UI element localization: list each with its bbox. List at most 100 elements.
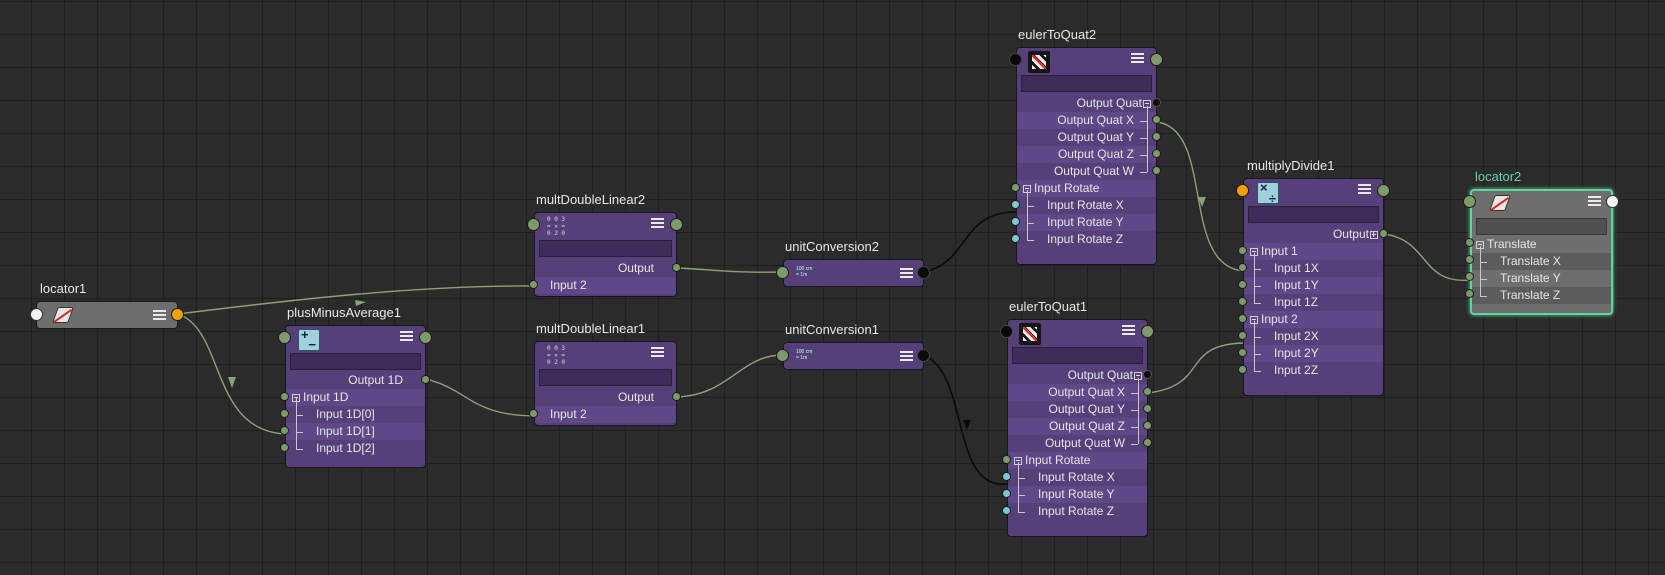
node-plusMinusAverage1[interactable]: plusMinusAverage1 Output 1D Input 1D Inp… (278, 305, 432, 468)
input-port[interactable] (1011, 200, 1020, 209)
input-port[interactable] (1002, 455, 1011, 464)
output-port[interactable] (917, 266, 930, 279)
output-port[interactable] (1152, 166, 1161, 175)
output-port[interactable] (1141, 325, 1154, 338)
input-port[interactable] (1009, 53, 1022, 66)
input-port[interactable] (280, 426, 289, 435)
node-body[interactable]: Output Quat Output Quat X Output Quat Y … (1007, 319, 1148, 537)
output-port[interactable] (1143, 387, 1152, 396)
output-port[interactable] (1143, 438, 1152, 447)
input-port[interactable] (1238, 263, 1247, 272)
output-port[interactable] (419, 331, 432, 344)
menu-icon[interactable] (1588, 196, 1601, 207)
output-port[interactable] (670, 218, 683, 231)
menu-icon[interactable] (153, 310, 166, 321)
node-name-field[interactable] (539, 369, 672, 386)
attr-label: Input 2 (550, 407, 587, 421)
input-port[interactable] (1465, 255, 1474, 264)
input-port[interactable] (529, 409, 538, 418)
output-port[interactable] (1143, 370, 1152, 379)
input-port[interactable] (1238, 348, 1247, 357)
node-multDoubleLinear2[interactable]: multDoubleLinear2 0 0 3 = ✕ = 0 2 0 Output… (527, 192, 683, 297)
node-body[interactable]: Output 1D Input 1D Input 1D[0] Input 1D[… (285, 325, 426, 468)
input-port[interactable] (776, 349, 789, 362)
output-port[interactable] (1152, 149, 1161, 158)
output-port[interactable] (917, 349, 930, 362)
input-port[interactable] (280, 443, 289, 452)
node-name-field[interactable] (539, 240, 672, 257)
node-body[interactable]: 100 cm = 1m (783, 259, 924, 287)
node-eulerToQuat2[interactable]: eulerToQuat2 Output Quat Output Quat X O… (1009, 27, 1163, 265)
output-port[interactable] (1152, 98, 1161, 107)
input-port[interactable] (1238, 365, 1247, 374)
node-locator2[interactable]: locator2 Translate Translate X Translate… (1463, 169, 1619, 315)
output-port[interactable] (1606, 195, 1619, 208)
output-port[interactable] (171, 308, 184, 321)
input-port[interactable] (1002, 489, 1011, 498)
node-body[interactable]: 0 0 3 = ✕ = 0 2 0 Output Input 2 (534, 341, 677, 426)
output-port[interactable] (1143, 404, 1152, 413)
output-port[interactable] (1152, 115, 1161, 124)
input-port[interactable] (1011, 234, 1020, 243)
input-port[interactable] (1236, 184, 1249, 197)
input-port[interactable] (1002, 472, 1011, 481)
node-locator1[interactable]: locator1 (30, 281, 184, 329)
output-port[interactable] (1152, 132, 1161, 141)
menu-icon[interactable] (900, 268, 913, 279)
node-name-field[interactable] (1248, 206, 1379, 223)
input-port[interactable] (1238, 246, 1247, 255)
node-unitConversion2[interactable]: unitConversion2 100 cm = 1m (776, 239, 930, 287)
input-port[interactable] (1238, 297, 1247, 306)
input-port[interactable] (1465, 272, 1474, 281)
input-port[interactable] (1238, 314, 1247, 323)
input-port[interactable] (1238, 280, 1247, 289)
input-port[interactable] (1463, 195, 1476, 208)
node-body[interactable] (36, 301, 178, 329)
node-name-field[interactable] (290, 353, 421, 370)
menu-icon[interactable] (900, 351, 913, 362)
output-port[interactable] (1150, 53, 1163, 66)
attr-row: Output Quat Y (1017, 129, 1156, 146)
node-name-field[interactable] (1476, 218, 1607, 235)
node-body[interactable]: Output Input 1 Input 1X Input 1Y Input 1… (1243, 178, 1384, 396)
output-port[interactable] (421, 375, 430, 384)
output-port[interactable] (672, 392, 681, 401)
input-port[interactable] (1465, 289, 1474, 298)
node-body[interactable]: Translate Translate X Translate Y Transl… (1470, 189, 1613, 315)
output-port[interactable] (672, 263, 681, 272)
menu-icon[interactable] (1131, 53, 1144, 64)
input-port[interactable] (776, 266, 789, 279)
input-port[interactable] (1011, 183, 1020, 192)
input-port[interactable] (30, 308, 43, 321)
input-port[interactable] (527, 218, 540, 231)
menu-icon[interactable] (651, 347, 664, 358)
expand-icon[interactable] (1370, 231, 1378, 239)
input-port[interactable] (529, 280, 538, 289)
output-port[interactable] (1143, 421, 1152, 430)
node-body[interactable]: 100 cm = 1m (783, 342, 924, 370)
attr-label: Output Quat X (1057, 113, 1134, 127)
input-port[interactable] (280, 409, 289, 418)
node-multiplyDivide1[interactable]: multiplyDivide1 Output Input 1 Input 1X … (1236, 158, 1390, 396)
menu-icon[interactable] (1122, 325, 1135, 336)
node-unitConversion1[interactable]: unitConversion1 100 cm = 1m (776, 322, 930, 370)
output-port[interactable] (1377, 184, 1390, 197)
input-port[interactable] (1000, 325, 1013, 338)
node-multDoubleLinear1[interactable]: multDoubleLinear1 0 0 3 = ✕ = 0 2 0 Output… (529, 321, 681, 426)
node-body[interactable]: 0 0 3 = ✕ = 0 2 0 Output Input 2 (534, 212, 677, 297)
input-port[interactable] (1002, 506, 1011, 515)
output-port[interactable] (1379, 229, 1388, 238)
input-port[interactable] (1011, 217, 1020, 226)
node-name-field[interactable] (1012, 347, 1143, 364)
attr-row: Input Rotate X (1017, 197, 1156, 214)
node-body[interactable]: Output Quat Output Quat X Output Quat Y … (1016, 47, 1157, 265)
input-port[interactable] (280, 392, 289, 401)
input-port[interactable] (1465, 238, 1474, 247)
menu-icon[interactable] (400, 331, 413, 342)
node-eulerToQuat1[interactable]: eulerToQuat1 Output Quat Output Quat X O… (1000, 299, 1154, 537)
menu-icon[interactable] (1358, 184, 1371, 195)
input-port[interactable] (1238, 331, 1247, 340)
menu-icon[interactable] (651, 218, 664, 229)
node-name-field[interactable] (1021, 75, 1152, 92)
input-port[interactable] (278, 331, 291, 344)
